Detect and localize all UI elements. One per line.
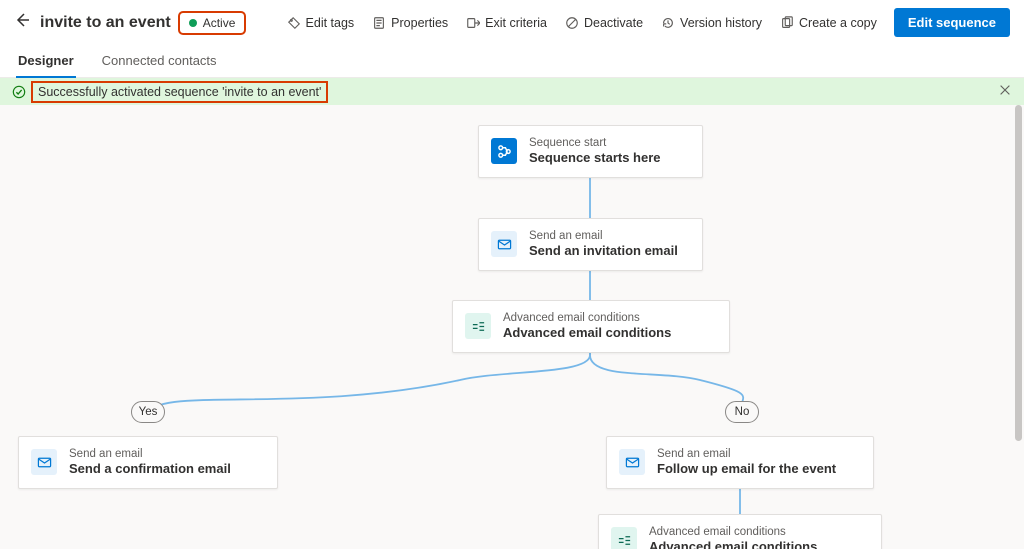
node-type: Advanced email conditions	[503, 311, 671, 325]
email-icon	[31, 449, 57, 475]
branch-yes-pill: Yes	[131, 401, 165, 423]
email-icon	[619, 449, 645, 475]
close-icon[interactable]	[998, 83, 1012, 100]
back-icon[interactable]	[14, 12, 30, 33]
node-type: Send an email	[657, 447, 836, 461]
create-copy-label: Create a copy	[799, 16, 877, 30]
success-notification: Successfully activated sequence 'invite …	[0, 78, 1024, 105]
version-history-button[interactable]: Version history	[654, 12, 769, 34]
properties-button[interactable]: Properties	[365, 12, 455, 34]
node-type: Send an email	[529, 229, 678, 243]
tab-connected-contacts[interactable]: Connected contacts	[100, 47, 219, 77]
node-type: Advanced email conditions	[649, 525, 817, 539]
deactivate-button[interactable]: Deactivate	[558, 12, 650, 34]
exit-criteria-button[interactable]: Exit criteria	[459, 12, 554, 34]
node-email-invitation[interactable]: Send an email Send an invitation email	[478, 218, 703, 271]
tabs: Designer Connected contacts	[0, 41, 1024, 78]
tab-designer[interactable]: Designer	[16, 47, 76, 78]
version-history-label: Version history	[680, 16, 762, 30]
node-title: Follow up email for the event	[657, 461, 836, 477]
page-title: invite to an event	[40, 14, 171, 32]
node-condition-1[interactable]: Advanced email conditions Advanced email…	[452, 300, 730, 353]
status-badge: Active	[181, 14, 244, 32]
condition-icon	[465, 313, 491, 339]
node-title: Sequence starts here	[529, 150, 661, 166]
email-icon	[491, 231, 517, 257]
node-type: Sequence start	[529, 136, 661, 150]
node-title: Send an invitation email	[529, 243, 678, 259]
node-title: Advanced email conditions	[503, 325, 671, 341]
node-condition-2[interactable]: Advanced email conditions Advanced email…	[598, 514, 882, 549]
edit-tags-button[interactable]: Edit tags	[280, 12, 362, 34]
node-start[interactable]: Sequence start Sequence starts here	[478, 125, 703, 178]
check-circle-icon	[12, 85, 26, 99]
properties-label: Properties	[391, 16, 448, 30]
exit-criteria-label: Exit criteria	[485, 16, 547, 30]
status-label: Active	[203, 16, 236, 30]
edit-sequence-button[interactable]: Edit sequence	[894, 8, 1010, 37]
branch-no-pill: No	[725, 401, 759, 423]
node-title: Send a confirmation email	[69, 461, 231, 477]
create-copy-button[interactable]: Create a copy	[773, 12, 884, 34]
node-title: Advanced email conditions	[649, 539, 817, 549]
sequence-canvas[interactable]: Sequence start Sequence starts here Send…	[0, 105, 1024, 549]
edit-tags-label: Edit tags	[306, 16, 355, 30]
notification-message: Successfully activated sequence 'invite …	[38, 85, 321, 99]
node-email-confirmation[interactable]: Send an email Send a confirmation email	[18, 436, 278, 489]
condition-icon	[611, 527, 637, 549]
sequence-start-icon	[491, 138, 517, 164]
status-dot-icon	[189, 19, 197, 27]
node-type: Send an email	[69, 447, 231, 461]
scrollbar[interactable]	[1015, 105, 1022, 441]
deactivate-label: Deactivate	[584, 16, 643, 30]
node-email-followup[interactable]: Send an email Follow up email for the ev…	[606, 436, 874, 489]
